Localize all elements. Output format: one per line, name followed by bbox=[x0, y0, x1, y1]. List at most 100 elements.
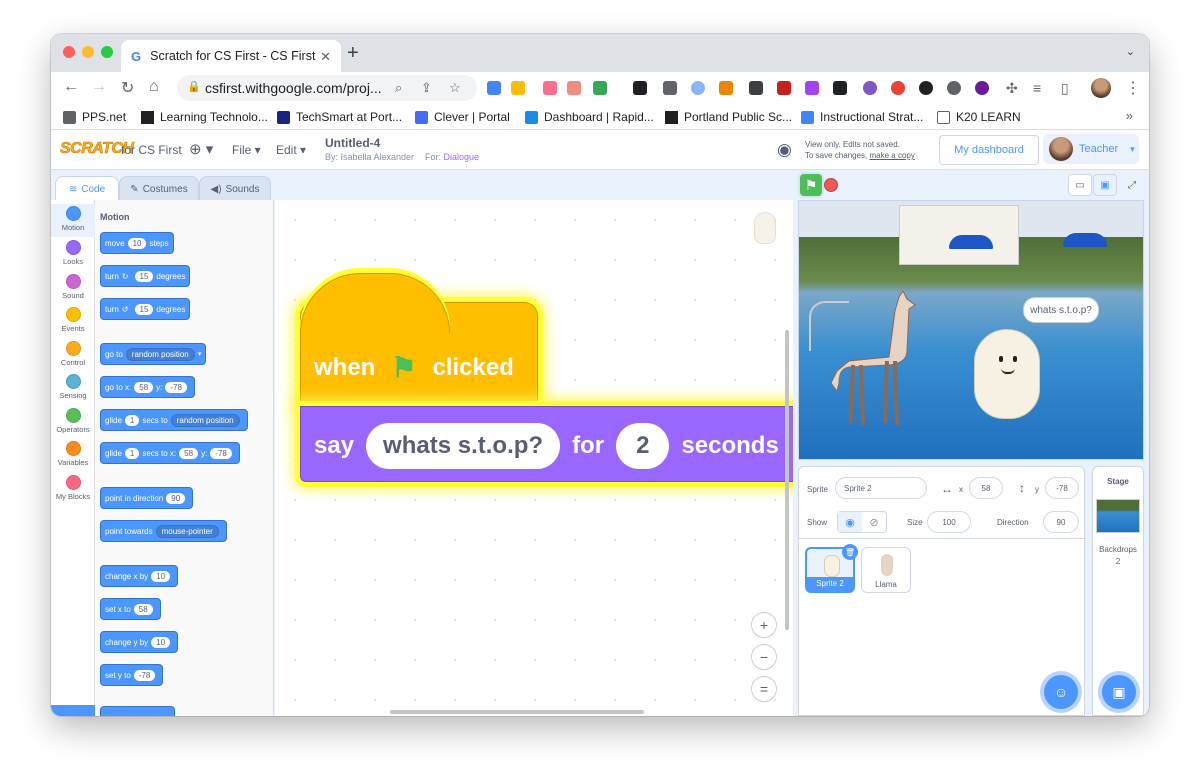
bookmark-item[interactable]: Clever | Portal bbox=[415, 110, 510, 124]
code-area[interactable]: when ⚑ clicked say whats s.t.o.p? for 2 … bbox=[275, 200, 793, 716]
block-set-y[interactable]: set y to -78 bbox=[100, 664, 164, 686]
edit-menu[interactable]: Edit ▾ bbox=[276, 143, 306, 157]
block-glide-xy[interactable]: glide 1 secs to x: 58 y: -78 bbox=[100, 442, 240, 464]
category-looks[interactable]: Looks bbox=[51, 238, 95, 271]
extension-icon[interactable] bbox=[567, 81, 581, 95]
extension-icon[interactable] bbox=[633, 81, 647, 95]
account-menu[interactable]: Teacher ▾ bbox=[1043, 134, 1139, 164]
small-stage-button[interactable]: ▭ bbox=[1068, 174, 1092, 196]
x-input[interactable]: 58 bbox=[969, 477, 1003, 499]
for-value[interactable]: Dialogue bbox=[444, 152, 480, 162]
reading-list-icon[interactable]: ≡ bbox=[1033, 80, 1041, 96]
make-copy-link[interactable]: make a copy bbox=[870, 151, 915, 160]
bookmark-star-icon[interactable]: ☆ bbox=[449, 80, 461, 96]
address-bar[interactable]: 🔒 csfirst.withgoogle.com/proj... ⌕ ⇪ ☆ bbox=[177, 75, 477, 101]
reload-icon[interactable]: ↻ bbox=[121, 78, 134, 98]
category-sensing[interactable]: Sensing bbox=[51, 372, 95, 405]
zoom-reset-button[interactable]: = bbox=[751, 676, 777, 702]
stop-button[interactable] bbox=[824, 178, 838, 192]
back-icon[interactable]: ← bbox=[63, 78, 79, 96]
close-window-button[interactable] bbox=[63, 46, 75, 58]
show-hidden-icon[interactable]: ⊘ bbox=[862, 512, 886, 532]
say-for-seconds-block[interactable]: say whats s.t.o.p? for 2 seconds bbox=[300, 406, 793, 482]
tab-code[interactable]: ≋ Code bbox=[55, 176, 119, 202]
category-variables[interactable]: Variables bbox=[51, 439, 95, 472]
block-set-x[interactable]: set x to 58 bbox=[100, 598, 161, 620]
green-flag-button[interactable]: ⚑ bbox=[800, 174, 822, 196]
y-input[interactable]: -78 bbox=[1045, 477, 1079, 499]
side-panel-icon[interactable]: ▯ bbox=[1061, 80, 1069, 97]
zoom-icon[interactable]: ⌕ bbox=[395, 80, 402, 96]
tab-costumes[interactable]: ✎ Costumes bbox=[119, 176, 199, 202]
tab-sounds[interactable]: ◀) Sounds bbox=[199, 176, 271, 202]
extension-icon[interactable] bbox=[947, 81, 961, 95]
bookmark-item[interactable]: Instructional Strat... bbox=[801, 110, 923, 124]
fullscreen-button[interactable]: ⤢ bbox=[1120, 174, 1144, 196]
lock-icon[interactable]: 🔒 bbox=[187, 80, 201, 93]
extension-icon[interactable] bbox=[511, 81, 525, 95]
block-partial[interactable] bbox=[100, 706, 175, 716]
stage-target-pane[interactable]: Stage Backdrops 2 ▣ bbox=[1092, 466, 1144, 716]
size-input[interactable]: 100 bbox=[927, 511, 971, 533]
zoom-out-button[interactable]: − bbox=[751, 644, 777, 670]
extensions-puzzle-icon[interactable]: ✣ bbox=[1006, 80, 1018, 97]
add-extension-button[interactable]: ⊞ bbox=[51, 705, 95, 716]
home-icon[interactable]: ⌂ bbox=[149, 78, 159, 96]
close-tab-icon[interactable]: ✕ bbox=[320, 49, 331, 65]
my-dashboard-button[interactable]: My dashboard bbox=[939, 135, 1039, 165]
add-sprite-button[interactable]: ☺ bbox=[1044, 675, 1078, 709]
language-globe-icon[interactable]: ⊕ ▾ bbox=[189, 140, 213, 158]
when-flag-clicked-block[interactable]: when ⚑ clicked bbox=[300, 273, 538, 410]
extension-icon[interactable] bbox=[719, 81, 733, 95]
block-point-towards[interactable]: point towards mouse-pointer bbox=[100, 520, 227, 542]
extension-icon[interactable] bbox=[691, 81, 705, 95]
extension-icon[interactable] bbox=[975, 81, 989, 95]
seconds-input[interactable]: 2 bbox=[616, 423, 670, 469]
browser-tab[interactable]: G Scratch for CS First - CS First ✕ bbox=[121, 40, 341, 72]
bookmark-item[interactable]: Learning Technolo... bbox=[141, 110, 268, 124]
category-my-blocks[interactable]: My Blocks bbox=[51, 473, 95, 506]
block-move[interactable]: move 10 steps bbox=[100, 232, 174, 254]
code-horizontal-scrollbar[interactable] bbox=[390, 710, 644, 714]
block-go-to-xy[interactable]: go to x: 58 y: -78 bbox=[100, 376, 195, 398]
extension-icon[interactable] bbox=[919, 81, 933, 95]
direction-input[interactable]: 90 bbox=[1043, 511, 1079, 533]
extension-icon[interactable] bbox=[749, 81, 763, 95]
delete-sprite-icon[interactable]: 🗑 bbox=[842, 544, 858, 560]
sprite-thumb-sprite-2[interactable]: 🗑 Sprite 2 bbox=[805, 544, 858, 593]
bookmark-item[interactable]: Dashboard | Rapid... bbox=[525, 110, 654, 124]
category-sound[interactable]: Sound bbox=[51, 272, 95, 305]
bookmark-item[interactable]: PPS.net bbox=[63, 110, 126, 124]
extension-icon[interactable] bbox=[805, 81, 819, 95]
add-backdrop-button[interactable]: ▣ bbox=[1102, 675, 1136, 709]
new-tab-button[interactable]: + bbox=[347, 42, 359, 65]
minimize-window-button[interactable] bbox=[82, 46, 94, 58]
extension-icon[interactable] bbox=[891, 81, 905, 95]
category-events[interactable]: Events bbox=[51, 305, 95, 338]
tab-search-icon[interactable]: ⌄ bbox=[1126, 45, 1135, 58]
maximize-window-button[interactable] bbox=[101, 46, 113, 58]
sprite-name-input[interactable]: Sprite 2 bbox=[835, 477, 927, 499]
more-menu-icon[interactable]: ⋮ bbox=[1125, 78, 1141, 98]
extension-icon[interactable] bbox=[663, 81, 677, 95]
block-turn-right[interactable]: turn ↻ 15 degrees bbox=[100, 265, 191, 287]
say-message-input[interactable]: whats s.t.o.p? bbox=[366, 423, 561, 469]
share-icon[interactable]: ⇪ bbox=[421, 80, 432, 96]
extension-icon[interactable] bbox=[777, 81, 791, 95]
block-change-y[interactable]: change y by 10 bbox=[100, 631, 179, 653]
forward-icon[interactable]: → bbox=[91, 78, 107, 96]
category-operators[interactable]: Operators bbox=[51, 406, 95, 439]
block-turn-left[interactable]: turn ↺ 15 degrees bbox=[100, 298, 191, 320]
block-glide-random[interactable]: glide 1 secs to random position bbox=[100, 409, 248, 431]
stage-canvas[interactable]: whats s.t.o.p? bbox=[798, 200, 1144, 460]
show-visible-icon[interactable]: ◉ bbox=[838, 512, 862, 532]
code-vertical-scrollbar[interactable] bbox=[785, 330, 789, 630]
extension-icon[interactable] bbox=[833, 81, 847, 95]
bookmark-item[interactable]: K20 LEARN bbox=[937, 110, 1021, 124]
normal-stage-button[interactable]: ▣ bbox=[1093, 174, 1117, 196]
bookmark-item[interactable]: TechSmart at Port... bbox=[277, 110, 402, 124]
block-point-in-direction[interactable]: point in direction 90 bbox=[100, 487, 194, 509]
zoom-in-button[interactable]: + bbox=[751, 612, 777, 638]
block-go-to[interactable]: go to random position ▾ bbox=[100, 343, 207, 365]
extension-icon[interactable] bbox=[543, 81, 557, 95]
